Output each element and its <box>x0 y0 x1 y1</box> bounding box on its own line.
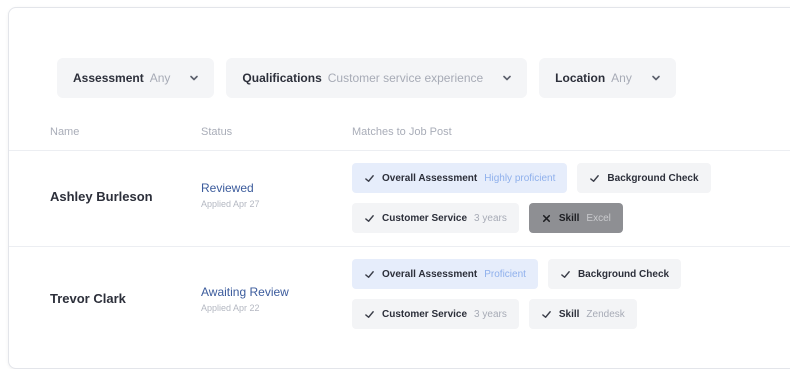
status-text: Awaiting Review <box>201 285 289 299</box>
chip-label: Skill <box>558 308 580 320</box>
column-header-status: Status <box>201 126 233 138</box>
qualifications-filter[interactable]: Qualifications Customer service experien… <box>226 58 528 98</box>
candidate-name[interactable]: Ashley Burleson <box>50 189 153 204</box>
chip-label: Customer Service <box>382 308 468 320</box>
chip-value: Excel <box>586 212 611 224</box>
chevron-down-icon <box>501 72 513 84</box>
table-row[interactable]: Trevor Clark Awaiting Review Applied Apr… <box>9 246 790 343</box>
table-row[interactable]: Ashley Burleson Reviewed Applied Apr 27 … <box>9 150 790 247</box>
check-icon <box>590 174 600 182</box>
check-icon <box>365 214 374 222</box>
chip-label: Background Check <box>577 268 670 280</box>
chip-value: Zendesk <box>586 308 625 320</box>
chip-label: Background Check <box>607 172 699 184</box>
candidate-status: Reviewed Applied Apr 27 <box>201 181 260 209</box>
chip-value: 3 years <box>474 212 507 224</box>
chevron-down-icon <box>188 72 200 84</box>
check-icon <box>365 270 374 278</box>
chip-value: Highly proficient <box>484 172 556 184</box>
applied-date: Applied Apr 27 <box>201 199 260 209</box>
match-chip-overall-assessment: Overall Assessment Highly proficient <box>352 163 568 193</box>
chip-label: Overall Assessment <box>382 268 478 280</box>
match-chip-customer-service: Customer Service 3 years <box>352 299 519 329</box>
match-chips: Overall Assessment Highly proficient Bac… <box>352 163 711 243</box>
match-chip-skill: Skill Excel <box>528 203 623 233</box>
match-chip-customer-service: Customer Service 3 years <box>352 203 519 233</box>
applied-date: Applied Apr 22 <box>201 303 260 313</box>
match-chip-overall-assessment: Overall Assessment Proficient <box>352 259 538 289</box>
filter-label: Location <box>555 71 606 85</box>
check-icon <box>365 310 374 318</box>
filter-label: Assessment <box>73 71 144 85</box>
chip-value: 3 years <box>474 308 507 320</box>
candidate-name[interactable]: Trevor Clark <box>50 291 126 306</box>
candidate-status: Awaiting Review Applied Apr 22 <box>201 285 289 313</box>
match-chip-background-check: Background Check <box>547 259 682 289</box>
location-filter[interactable]: Location Any <box>539 58 676 98</box>
column-header-name: Name <box>50 126 80 138</box>
filter-bar: Assessment Any Qualifications Customer s… <box>57 58 676 98</box>
match-chips: Overall Assessment Proficient Background… <box>352 259 682 339</box>
check-icon <box>561 270 570 278</box>
filter-value: Customer service experience <box>327 71 484 85</box>
x-icon <box>542 214 550 222</box>
filter-value: Any <box>611 71 632 85</box>
chip-label: Skill <box>558 212 580 224</box>
filter-value: Any <box>149 71 171 85</box>
column-header-matches: Matches to Job Post <box>352 126 452 138</box>
chip-label: Overall Assessment <box>382 172 478 184</box>
chip-value: Proficient <box>484 268 526 280</box>
filter-label: Qualifications <box>242 71 322 85</box>
match-chip-background-check: Background Check <box>577 163 711 193</box>
check-icon <box>541 310 551 318</box>
assessment-filter[interactable]: Assessment Any <box>57 58 215 98</box>
match-chip-skill: Skill Zendesk <box>528 299 637 329</box>
chip-label: Customer Service <box>382 212 468 224</box>
status-text: Reviewed <box>201 181 254 195</box>
chevron-down-icon <box>650 72 662 84</box>
check-icon <box>365 174 374 182</box>
